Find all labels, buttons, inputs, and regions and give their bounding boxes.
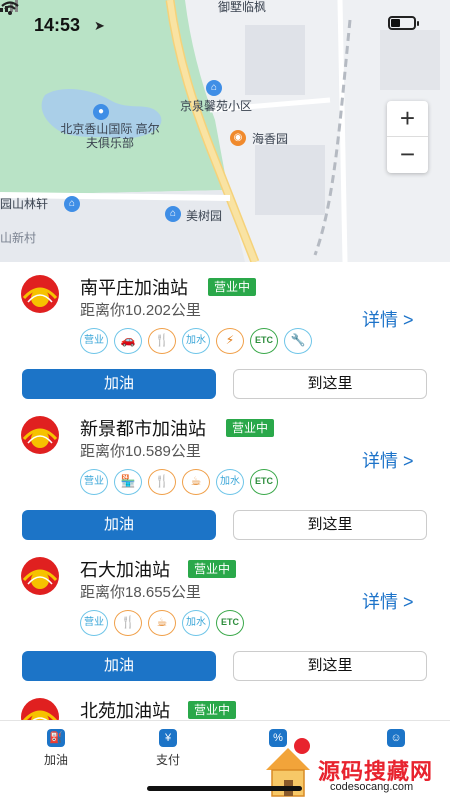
petrochina-logo [21, 557, 59, 595]
status-badge: 营业中 [208, 278, 257, 296]
petrochina-logo [21, 275, 59, 313]
meishu-pin[interactable]: ⌂ [165, 206, 183, 222]
map-label-golf[interactable]: 北京香山国际 高尔夫俱乐部 [60, 122, 160, 150]
station-card[interactable]: 北苑加油站 营业中 [0, 685, 450, 720]
detail-link[interactable]: 详情 > [362, 447, 414, 473]
linxuan-pin[interactable]: ⌂ [64, 196, 82, 212]
charging-icon: ⚡ [216, 328, 244, 354]
cutlery-icon: 🍴 [114, 610, 142, 636]
map-label-meishu[interactable]: 美树园 [186, 207, 222, 224]
station-distance: 距离你18.655公里 [80, 584, 201, 601]
station-name[interactable]: 南平庄加油站 [80, 274, 188, 300]
station-card[interactable]: 石大加油站 营业中 距离你18.655公里 详情 > 营业 🍴 ☕ 加水 ETC 加油 … [0, 544, 450, 685]
service-tags: 营业 🏪 🍴 ☕ 加水 ETC [80, 469, 278, 495]
map-label-linxuan[interactable]: 园山林轩 [0, 195, 48, 212]
coffee-icon: ☕ [182, 469, 210, 495]
map-label-park[interactable]: 海香园 [252, 130, 288, 147]
detail-link[interactable]: 详情 > [362, 306, 414, 332]
station-list[interactable]: 南平庄加油站 营业中 距离你10.202公里 详情 > 营业 🚗 🍴 加水 ⚡ ETC 🔧 … [0, 262, 450, 720]
status-time: 14:53 [34, 15, 81, 35]
cutlery-icon: 🍴 [148, 328, 176, 354]
store-icon: 🏪 [114, 469, 142, 495]
station-name[interactable]: 北苑加油站 [80, 697, 170, 720]
tab-pay-label: 支付 [155, 753, 180, 767]
station-card[interactable]: 南平庄加油站 营业中 距离你10.202公里 详情 > 营业 🚗 🍴 加水 ⚡ ETC 🔧 … [0, 262, 450, 403]
coffee-icon: ☕ [148, 610, 176, 636]
station-distance: 距离你10.202公里 [80, 302, 201, 319]
golf-pin-icon: ● [93, 104, 109, 120]
map-label-complex-pin[interactable]: ⌂ [206, 80, 224, 96]
service-tag: 营业 [80, 469, 108, 495]
status-bar: 14:53 ➤ [0, 0, 450, 46]
service-tag: 营业 [80, 610, 108, 636]
navigate-button[interactable]: 到这里 [233, 651, 427, 681]
station-name[interactable]: 新景都市加油站 [80, 415, 206, 441]
home-indicator [147, 786, 302, 791]
map-label-park-pin[interactable]: ◉ [230, 130, 248, 146]
wifi-icon [1, 1, 19, 15]
map-view[interactable]: 御墅临枫 ⌂ 京泉馨苑小区 ● 北京香山国际 高尔夫俱乐部 ◉ 海香园 园山林轩… [0, 0, 450, 262]
park-pin-icon: ◉ [230, 130, 246, 146]
service-tag: ETC [250, 328, 278, 354]
status-badge: 营业中 [188, 560, 237, 578]
zoom-control: + − [387, 101, 428, 173]
service-tag: ETC [216, 610, 244, 636]
service-tag: 营业 [80, 328, 108, 354]
navigate-button[interactable]: 到这里 [233, 369, 427, 399]
refuel-button[interactable]: 加油 [22, 651, 216, 681]
refuel-button[interactable]: 加油 [22, 369, 216, 399]
service-tags: 营业 🚗 🍴 加水 ⚡ ETC 🔧 [80, 328, 312, 354]
map-label-village: 山新村 [0, 231, 37, 245]
status-badge: 营业中 [188, 701, 237, 719]
battery-icon [388, 16, 419, 30]
service-tag: 加水 [216, 469, 244, 495]
status-badge: 营业中 [226, 419, 275, 437]
residential-pin-icon: ⌂ [206, 80, 222, 96]
service-tag: 加水 [182, 610, 210, 636]
location-arrow-icon: ➤ [94, 18, 105, 33]
navigate-button[interactable]: 到这里 [233, 510, 427, 540]
maintenance-icon: 🔧 [284, 328, 312, 354]
zoom-in-button[interactable]: + [387, 101, 428, 137]
station-distance: 距离你10.589公里 [80, 443, 201, 460]
zoom-out-button[interactable]: − [387, 137, 428, 173]
tab-pay[interactable]: ¥ 支付 [138, 729, 198, 768]
car-wash-icon: 🚗 [114, 328, 142, 354]
payment-icon: ¥ [159, 729, 177, 747]
residential-pin-icon: ⌂ [64, 196, 80, 212]
petrochina-logo [21, 698, 59, 720]
fuel-icon: ⛽ [47, 729, 65, 747]
map-label-complex[interactable]: 京泉馨苑小区 [180, 97, 252, 114]
station-name[interactable]: 石大加油站 [80, 556, 170, 582]
tab-refuel[interactable]: ⛽ 加油 [26, 729, 86, 768]
detail-link[interactable]: 详情 > [362, 588, 414, 614]
cutlery-icon: 🍴 [148, 469, 176, 495]
service-tags: 营业 🍴 ☕ 加水 ETC [80, 610, 244, 636]
golf-pin[interactable]: ● [93, 104, 111, 120]
residential-pin-icon: ⌂ [165, 206, 181, 222]
petrochina-logo [21, 416, 59, 454]
refuel-button[interactable]: 加油 [22, 510, 216, 540]
station-card[interactable]: 新景都市加油站 营业中 距离你10.589公里 详情 > 营业 🏪 🍴 ☕ 加水 ETC … [0, 403, 450, 544]
service-tag: ETC [250, 469, 278, 495]
tab-refuel-label: 加油 [43, 753, 68, 767]
watermark-url: codesocang.com [330, 781, 414, 793]
service-tag: 加水 [182, 328, 210, 354]
